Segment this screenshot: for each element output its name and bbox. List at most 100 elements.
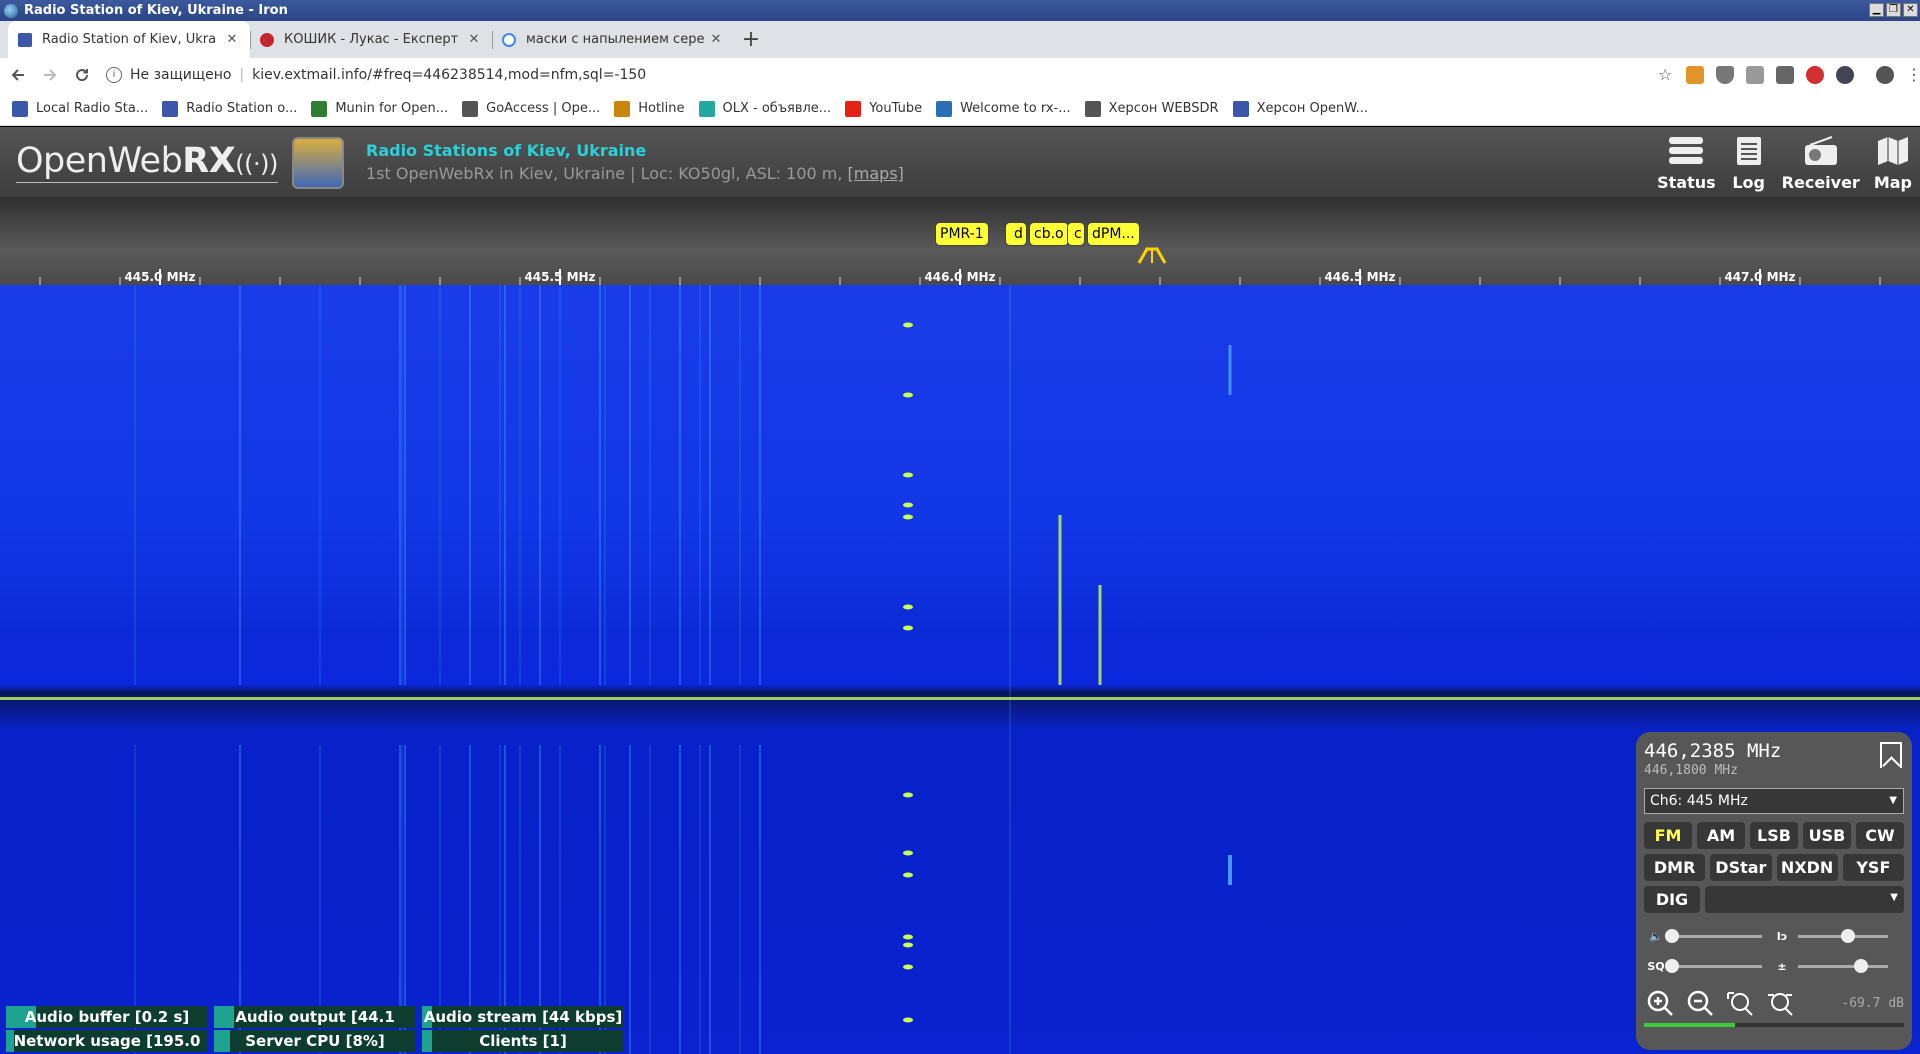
log-button[interactable]: Log — [1730, 135, 1768, 192]
reload-button[interactable] — [68, 61, 96, 89]
star-bookmark-icon[interactable]: ☆ — [1658, 67, 1674, 83]
profile-select[interactable]: Ch6: 445 MHz ▼ — [1644, 788, 1904, 814]
extensions-area: ☆ ⋮ — [1658, 66, 1920, 84]
map-button[interactable]: Map — [1874, 135, 1912, 192]
chevron-down-icon: ▼ — [1889, 795, 1897, 806]
receiver-label: Receiver — [1781, 173, 1860, 192]
bookmark-marker-d[interactable]: d — [1006, 223, 1026, 245]
volume-slider[interactable] — [1665, 928, 1762, 943]
tab-close-icon[interactable]: ✕ — [466, 32, 482, 47]
bookmark-item[interactable]: Radio Station o... — [162, 100, 298, 117]
bookmark-marker-cbo[interactable]: cb.o — [1030, 223, 1068, 245]
mode-button-lsb[interactable]: LSB — [1750, 822, 1798, 849]
mode-button-ysf[interactable]: YSF — [1842, 854, 1904, 881]
mode-button-nxdn[interactable]: NXDN — [1776, 854, 1838, 881]
mode-button-fm[interactable]: FM — [1644, 822, 1692, 849]
openwebrx-logo[interactable]: OpenWebRX((·)) — [16, 141, 278, 183]
bookmark-marker-pmr1[interactable]: PMR-1 — [936, 223, 988, 245]
dig-mode-button[interactable]: DIG — [1644, 886, 1700, 913]
squelch-slider[interactable] — [1665, 958, 1762, 973]
scale-label: 446.0 MHz — [924, 270, 995, 284]
maximize-button[interactable]: ❐ — [1886, 3, 1901, 17]
noise-reduction-slider[interactable] — [1798, 928, 1888, 943]
extension-home-icon[interactable] — [1686, 66, 1704, 84]
bookmark-label: Welcome to rx-... — [960, 101, 1071, 116]
digital-mode-select[interactable]: ▼ — [1705, 886, 1904, 913]
bookmark-label: Херсон OpenW... — [1256, 101, 1368, 116]
bookmark-item[interactable]: GoAccess | Ope... — [462, 100, 600, 117]
log-icon — [1730, 135, 1768, 167]
bookmark-favicon-icon — [12, 100, 28, 117]
waterfall-signal-burst — [903, 942, 913, 948]
receiver-button[interactable]: Receiver — [1782, 135, 1860, 192]
extension-bank-icon[interactable] — [1776, 66, 1794, 84]
tab-radio-station[interactable]: Radio Station of Kiev, Ukra ✕ — [8, 21, 250, 58]
receiver-avatar[interactable] — [292, 137, 344, 189]
mode-button-usb[interactable]: USB — [1803, 822, 1851, 849]
bookmark-marker-c[interactable]: c — [1068, 223, 1084, 245]
url-text[interactable]: kiev.extmail.info/#freq=446238514,mod=nf… — [252, 67, 646, 83]
tuned-frequency[interactable]: 446,2385 MHz — [1644, 740, 1904, 762]
zoom-full-button[interactable] — [1764, 987, 1796, 1019]
passband-tuning-icon[interactable] — [1137, 245, 1167, 265]
maps-link[interactable]: [maps] — [848, 164, 904, 183]
bookmark-favicon-icon — [845, 100, 862, 117]
mode-button-am[interactable]: AM — [1697, 822, 1745, 849]
agc-slider[interactable] — [1798, 958, 1888, 973]
bookmark-label: Radio Station o... — [186, 101, 298, 116]
back-button[interactable] — [4, 61, 32, 89]
tab-close-icon[interactable]: ✕ — [708, 32, 724, 47]
bookmark-item[interactable]: YouTube — [845, 100, 922, 117]
extension-mask-icon[interactable] — [1746, 66, 1764, 84]
mode-button-dmr[interactable]: DMR — [1644, 854, 1706, 881]
bookmark-item[interactable]: Welcome to rx-... — [936, 100, 1071, 117]
waterfall-display[interactable] — [0, 285, 1920, 1054]
waterfall-signal-burst — [903, 625, 913, 631]
forward-button[interactable] — [36, 61, 64, 89]
waterfall-signal-burst — [903, 322, 913, 328]
bookmark-item[interactable]: Local Radio Sta... — [12, 100, 148, 117]
new-tab-button[interactable]: + — [734, 21, 768, 58]
window-title: Radio Station of Kiev, Ukraine - Iron — [24, 3, 288, 18]
bookmark-item[interactable]: Херсон WEBSDR — [1084, 100, 1219, 117]
extension-shield-icon[interactable] — [1716, 66, 1734, 84]
tab-google-search[interactable]: маски с напылением сере ✕ — [492, 21, 734, 58]
bookmark-item[interactable]: Munin for Open... — [311, 100, 448, 117]
mode-button-cw[interactable]: CW — [1856, 822, 1904, 849]
status-label: Status — [1657, 173, 1716, 192]
waterfall-signal-burst — [903, 872, 913, 878]
agc-icon[interactable]: ± — [1770, 960, 1794, 973]
bookmark-marker-dpm[interactable]: dPM... — [1088, 223, 1139, 245]
map-label: Map — [1873, 173, 1912, 192]
status-button[interactable]: Status — [1657, 135, 1716, 192]
minimize-button[interactable]: ▁ — [1869, 3, 1884, 17]
extension-record-icon[interactable] — [1806, 66, 1824, 84]
profile-avatar-icon[interactable] — [1876, 66, 1894, 84]
mode-button-dstar[interactable]: DStar — [1710, 854, 1772, 881]
zoom-reset-button[interactable] — [1724, 987, 1756, 1019]
frequency-scale[interactable]: 445.0 MHz 445.5 MHz 446.0 MHz 446.5 MHz 447.… — [0, 197, 1920, 285]
bookmark-icon[interactable] — [1880, 742, 1902, 768]
info-icon[interactable]: i — [106, 67, 122, 83]
tab-koshik[interactable]: КОШИК - Лукас - Експерт ✕ — [250, 21, 492, 58]
tab-close-icon[interactable]: ✕ — [224, 32, 240, 47]
noise-reduction-icon[interactable]: Iↄ — [1770, 930, 1794, 943]
extension-circle-icon[interactable] — [1836, 66, 1854, 84]
address-bar[interactable]: i Не защищено | kiev.extmail.info/#freq=… — [106, 61, 1658, 89]
receiver-icon — [1802, 135, 1840, 167]
bookmark-item[interactable]: Hotline — [614, 100, 685, 117]
signal-level-readout: -69.7 dB — [1841, 995, 1904, 1011]
status-bar-item: Audio stream [44 kbps] — [422, 1006, 624, 1028]
browser-menu-icon[interactable]: ⋮ — [1906, 66, 1920, 84]
map-icon — [1874, 135, 1912, 167]
zoom-full-icon — [1768, 993, 1793, 1016]
waterfall-signal-burst — [903, 850, 913, 856]
status-bar-label: Audio output [44.1 — [235, 1008, 395, 1026]
zoom-in-button[interactable] — [1644, 987, 1676, 1019]
close-window-button[interactable]: ✕ — [1903, 3, 1918, 17]
bookmark-favicon-icon — [936, 100, 953, 117]
bookmark-item[interactable]: Херсон OpenW... — [1232, 100, 1368, 117]
zoom-out-button[interactable] — [1684, 987, 1716, 1019]
arrow-left-icon — [11, 69, 24, 81]
bookmark-item[interactable]: OLX - объявле... — [698, 100, 831, 117]
